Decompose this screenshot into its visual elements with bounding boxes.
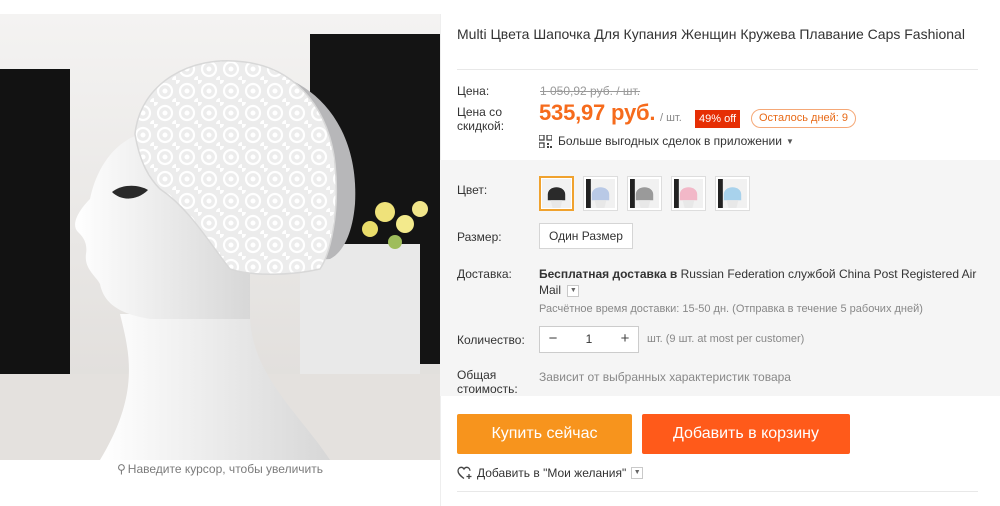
quantity-decrease-button[interactable]: − bbox=[540, 327, 566, 352]
wishlist-dropdown-icon[interactable]: ▼ bbox=[631, 467, 644, 479]
add-to-wishlist-link[interactable]: Добавить в "Мои желания" ▼ bbox=[457, 466, 644, 480]
color-swatch-blue-white[interactable] bbox=[583, 176, 618, 211]
color-swatch-black-lace[interactable] bbox=[539, 176, 574, 211]
original-price: 1 050,92 руб. / шт. bbox=[540, 84, 641, 98]
heart-plus-icon bbox=[457, 466, 472, 480]
chevron-down-icon: ▼ bbox=[785, 136, 794, 146]
shipping-dropdown-icon[interactable]: ▼ bbox=[567, 284, 580, 297]
color-swatch-light-blue[interactable] bbox=[715, 176, 750, 211]
buy-now-button[interactable]: Купить сейчас bbox=[457, 414, 632, 454]
current-price: 535,97 руб. bbox=[539, 100, 656, 125]
divider bbox=[457, 69, 978, 70]
quantity-note: шт. (9 шт. at most per customer) bbox=[647, 333, 805, 345]
total-label: Общая стоимость: bbox=[457, 368, 518, 396]
shipping-estimate: Расчётное время доставки: 15-50 дн. (Отп… bbox=[539, 303, 923, 315]
per-unit: / шт. bbox=[660, 112, 682, 124]
shipping-info: Бесплатная доставка в Russian Federation… bbox=[539, 267, 977, 297]
shipping-label: Доставка: bbox=[457, 267, 512, 281]
color-label: Цвет: bbox=[457, 183, 488, 197]
qr-code-icon bbox=[539, 134, 552, 148]
color-swatch-grey-lace[interactable] bbox=[627, 176, 662, 211]
discount-badge: 49% off bbox=[695, 110, 741, 128]
size-label: Размер: bbox=[457, 230, 502, 244]
quantity-increase-button[interactable]: + bbox=[612, 327, 638, 352]
add-to-cart-button[interactable]: Добавить в корзину bbox=[642, 414, 850, 454]
magnifier-icon: ⚲ bbox=[117, 462, 126, 476]
days-left-badge: Осталось дней: 9 bbox=[751, 109, 857, 128]
size-option-one-size[interactable]: Один Размер bbox=[539, 223, 633, 249]
quantity-input[interactable]: 1 bbox=[566, 327, 612, 352]
product-title: Multi Цвета Шапочка Для Купания Женщин К… bbox=[457, 26, 965, 42]
color-swatch-pink-lace[interactable] bbox=[671, 176, 706, 211]
zoom-hint: ⚲ Наведите курсор, чтобы увеличить bbox=[117, 462, 323, 476]
quantity-stepper: − 1 + bbox=[539, 326, 639, 353]
total-value: Зависит от выбранных характеристик товар… bbox=[539, 370, 791, 384]
divider bbox=[457, 491, 978, 492]
product-main-image[interactable] bbox=[0, 14, 440, 460]
price-label: Цена: bbox=[457, 84, 490, 98]
app-deals-link[interactable]: Больше выгодных сделок в приложении ▼ bbox=[539, 134, 794, 148]
quantity-label: Количество: bbox=[457, 333, 525, 347]
discount-price-label: Цена со скидкой: bbox=[457, 105, 505, 133]
